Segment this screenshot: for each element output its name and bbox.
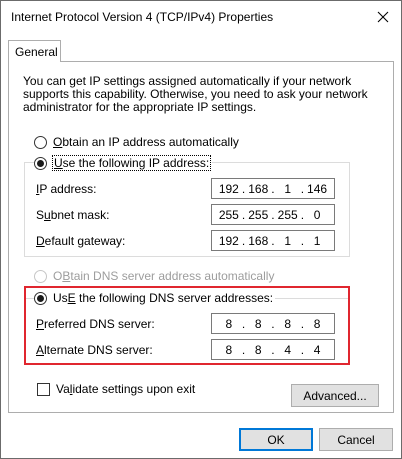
ip-segment: 4 (284, 342, 291, 357)
obtain-dns-auto-label: OBtain DNS server address automatically (53, 269, 275, 283)
ip-segment: 255 (277, 207, 298, 222)
advanced-button[interactable]: Advanced... (291, 384, 379, 407)
ip-dot: . (300, 207, 305, 222)
ip-segment: 1 (284, 233, 291, 248)
ip-dot: . (241, 316, 246, 331)
ip-segment: 1 (313, 233, 321, 248)
title-bar[interactable]: Internet Protocol Version 4 (TCP/IPv4) P… (1, 1, 401, 33)
ip-dot: . (300, 233, 305, 248)
ip-segment: 8 (254, 342, 262, 357)
tab-general[interactable]: General (8, 40, 61, 62)
dialog-window: Internet Protocol Version 4 (TCP/IPv4) P… (0, 0, 402, 459)
ok-button[interactable]: OK (239, 428, 313, 451)
ip-dot: . (271, 316, 275, 331)
ip-segment: 4 (313, 342, 321, 357)
use-following-dns-label: UsE the following DNS server addresses: (53, 291, 274, 305)
preferred-dns-label: Preferred DNS server: (36, 317, 155, 331)
subnet-mask-label: Subnet mask: (36, 208, 110, 222)
ip-dot: . (241, 181, 246, 196)
validate-settings-checkbox[interactable]: Validate settings upon exit (37, 382, 195, 396)
radio-circle[interactable] (34, 135, 47, 149)
ip-dot: . (241, 233, 246, 248)
radio-circle[interactable] (34, 156, 47, 170)
checkbox-box[interactable] (37, 382, 50, 396)
default-gateway-label: Default gateway: (36, 234, 126, 248)
use-following-ip-label: Use the following IP address: (51, 155, 212, 171)
description-text: You can get IP settings assigned automat… (23, 74, 368, 114)
close-icon (377, 11, 389, 23)
subnet-mask-input[interactable]: 255. 255. 255. 0 (211, 204, 335, 225)
ip-segment: 8 (284, 316, 291, 331)
default-gateway-input[interactable]: 192. 168. 1. 1 (211, 230, 335, 251)
ip-dot: . (271, 181, 275, 196)
ip-segment: 255 (218, 207, 239, 222)
ip-dot: . (300, 342, 305, 357)
ip-dot: . (241, 342, 246, 357)
validate-settings-label: Validate settings upon exit (56, 382, 196, 396)
obtain-dns-auto-radio[interactable]: OBtain DNS server address automatically (34, 269, 274, 283)
ip-segment: 8 (225, 342, 233, 357)
radio-circle[interactable] (34, 291, 47, 305)
close-button[interactable] (373, 7, 393, 27)
alternate-dns-label: Alternate DNS server: (36, 343, 153, 357)
use-following-dns-radio[interactable]: UsE the following DNS server addresses: (34, 291, 276, 305)
ip-segment: 1 (284, 181, 291, 196)
obtain-ip-auto-radio[interactable]: Obtain an IP address automatically (34, 135, 239, 149)
ip-dot: . (271, 207, 275, 222)
ip-dot: . (300, 316, 305, 331)
obtain-ip-auto-label: Obtain an IP address automatically (53, 135, 239, 149)
ip-segment: 192 (218, 181, 239, 196)
ip-dot: . (241, 207, 246, 222)
ip-dot: . (300, 181, 305, 196)
ip-segment: 146 (307, 181, 328, 196)
window-title: Internet Protocol Version 4 (TCP/IPv4) P… (11, 10, 274, 24)
ip-segment: 168 (248, 181, 269, 196)
ip-dot: . (271, 233, 275, 248)
ip-segment: 8 (254, 316, 262, 331)
ip-address-input[interactable]: 192. 168. 1. 146 (211, 178, 335, 199)
ip-segment: 8 (225, 316, 233, 331)
ip-segment: 168 (248, 233, 269, 248)
ip-address-label: IP address: (36, 182, 97, 196)
ip-segment: 8 (313, 316, 321, 331)
preferred-dns-input[interactable]: 8. 8. 8. 8 (211, 313, 335, 334)
ip-dot: . (271, 342, 275, 357)
alternate-dns-input[interactable]: 8. 8. 4. 4 (211, 339, 335, 360)
ip-segment: 255 (248, 207, 269, 222)
cancel-button[interactable]: Cancel (319, 428, 393, 451)
ip-segment: 0 (313, 207, 321, 222)
ip-segment: 192 (218, 233, 239, 248)
radio-circle[interactable] (34, 269, 47, 283)
use-following-ip-radio[interactable]: Use the following IP address: (34, 155, 213, 171)
